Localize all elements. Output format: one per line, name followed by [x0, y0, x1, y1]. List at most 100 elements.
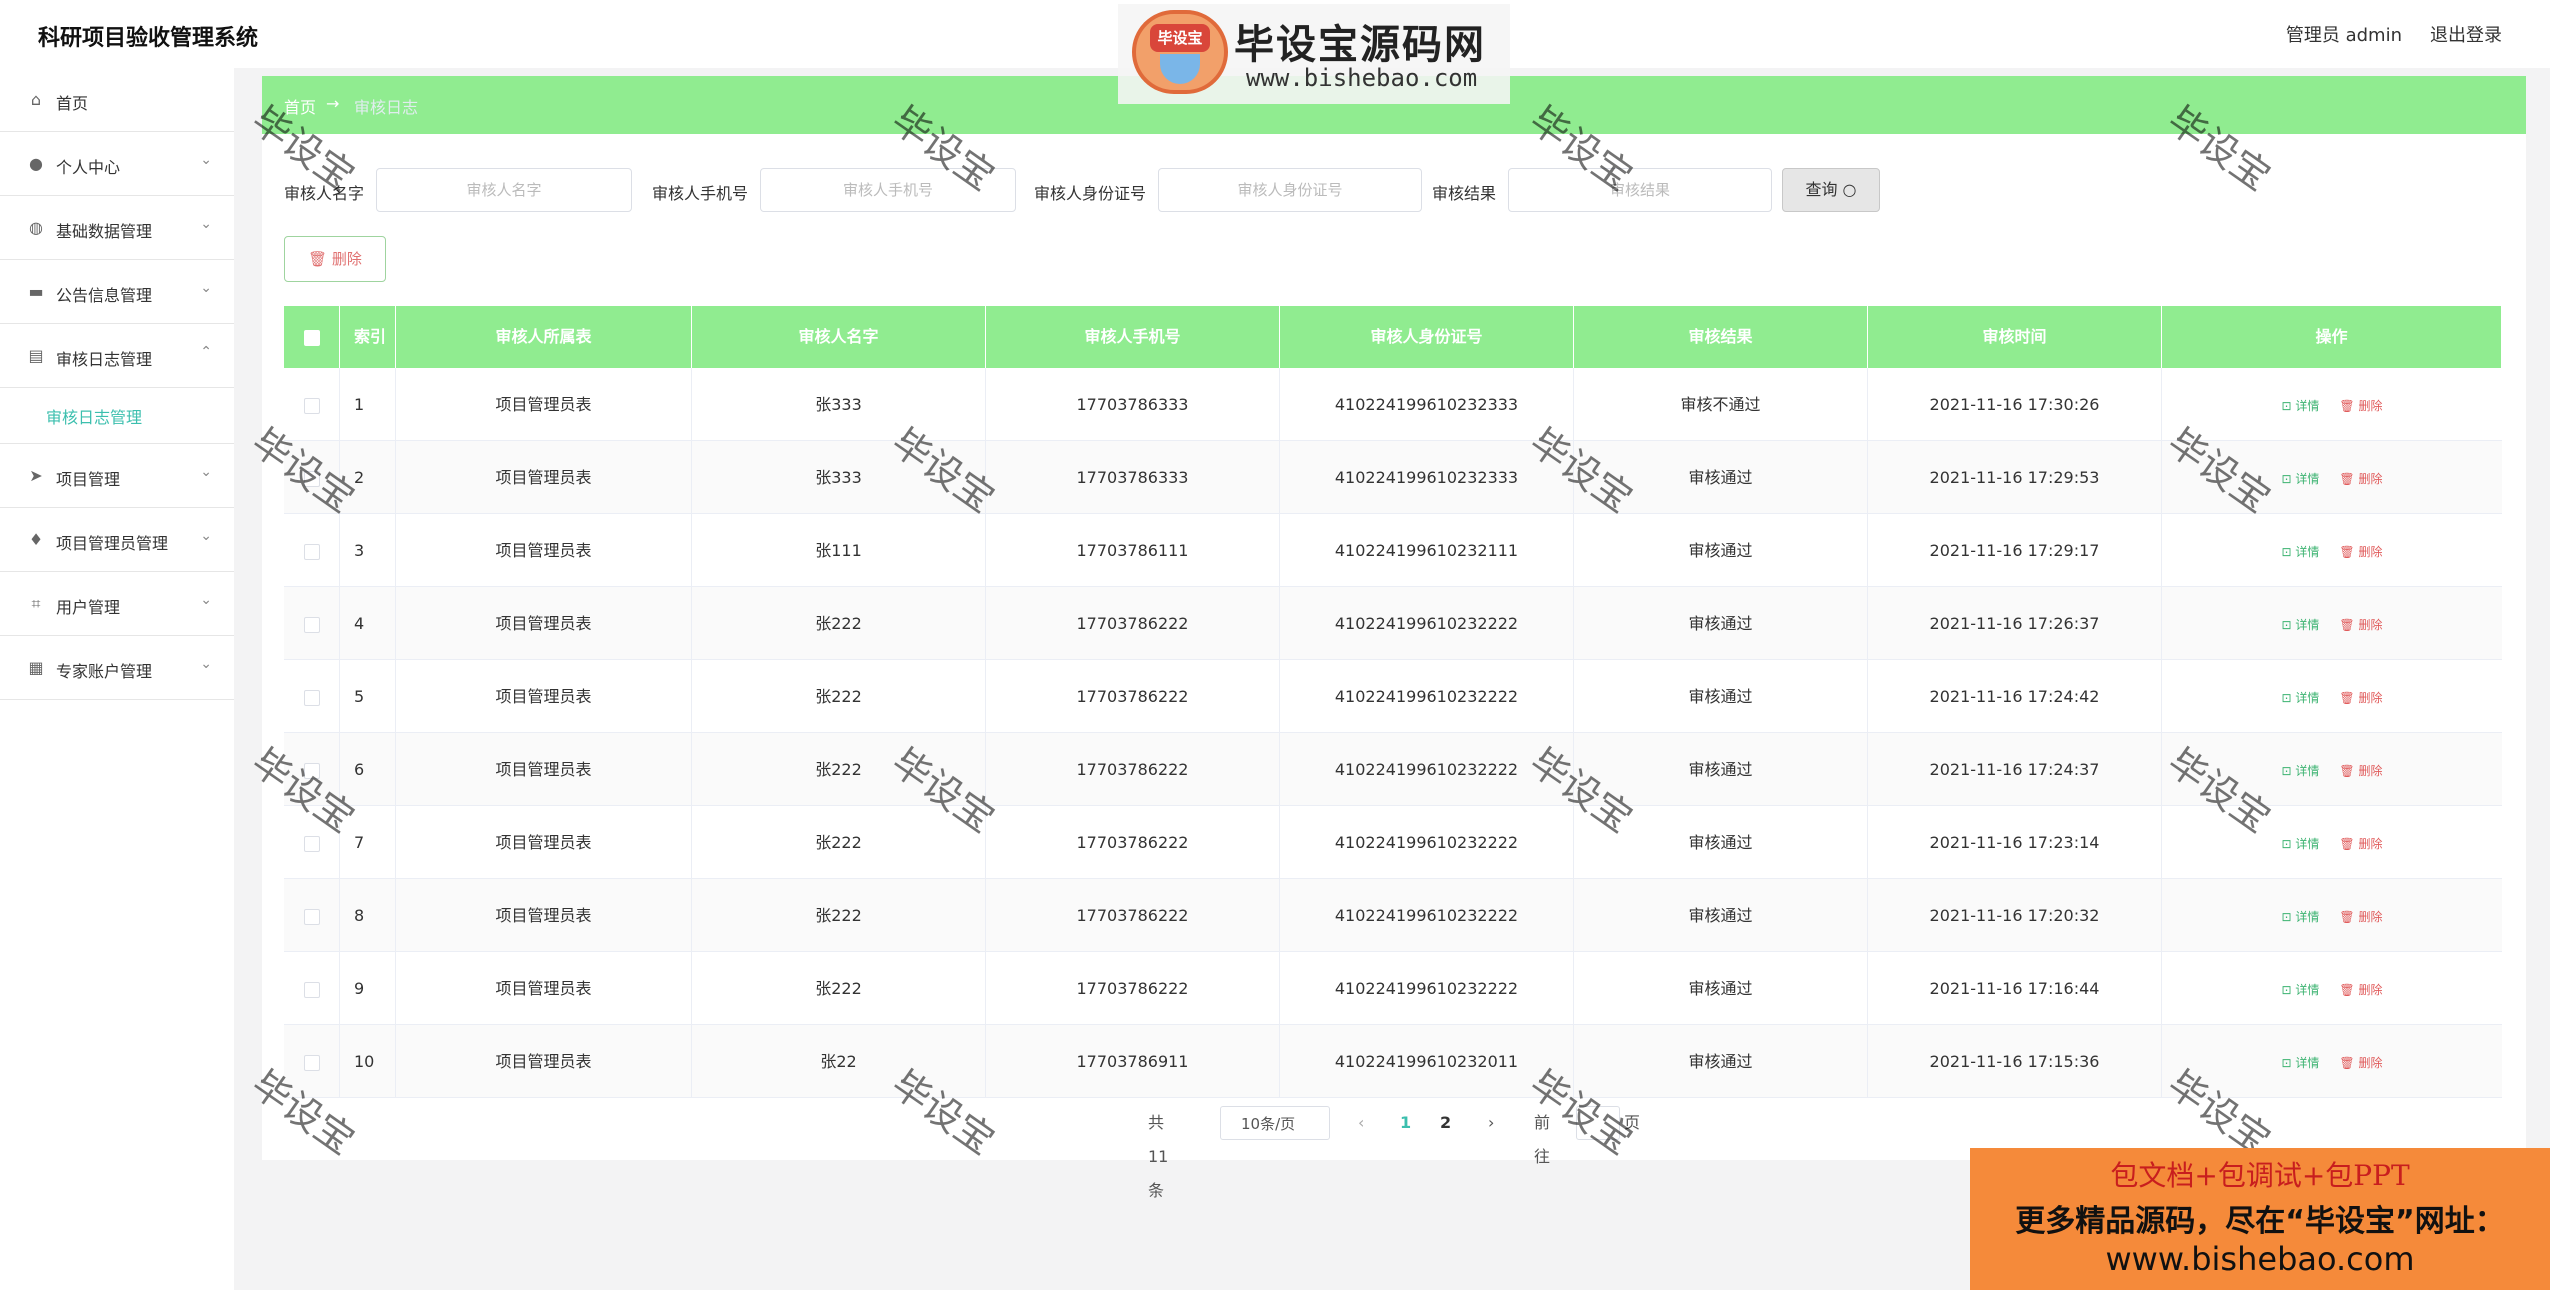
- row-actions: ⊡ 详情 🗑 删除: [2162, 952, 2502, 1025]
- table-cell: 项目管理员表: [396, 441, 692, 514]
- result-input[interactable]: 审核结果: [1508, 168, 1772, 212]
- row-checkbox[interactable]: [284, 660, 340, 733]
- delete-row-button[interactable]: 🗑 删除: [2339, 1056, 2382, 1070]
- brand-watermark: 毕设宝 毕设宝源码网 www.bishebao.com: [1118, 4, 1510, 104]
- view-detail-button[interactable]: ⊡ 详情: [2282, 764, 2320, 778]
- table-cell: 410224199610232222: [1280, 587, 1574, 660]
- query-button[interactable]: 查询 ○: [1782, 168, 1880, 212]
- table-cell: 17703786222: [986, 879, 1280, 952]
- table-cell: 410224199610232333: [1280, 441, 1574, 514]
- ad-banner[interactable]: 包文档+包调试+包PPT 更多精品源码，尽在“毕设宝”网址： www.bishe…: [1970, 1148, 2550, 1290]
- table-cell: 项目管理员表: [396, 879, 692, 952]
- monitor-icon: ▬: [28, 282, 44, 301]
- page-2-button[interactable]: 2: [1440, 1106, 1451, 1140]
- table-row: 3 项目管理员表 张111 17703786111 410224199610232111…: [284, 514, 2502, 587]
- user-greeting[interactable]: 管理员 admin: [2286, 21, 2402, 47]
- delete-row-button[interactable]: 🗑 删除: [2339, 691, 2382, 705]
- phone-input[interactable]: 审核人手机号: [760, 168, 1016, 212]
- delete-row-button[interactable]: 🗑 删除: [2339, 837, 2382, 851]
- table-cell: 17703786333: [986, 368, 1280, 441]
- dashboard-icon: ◍: [29, 218, 43, 237]
- view-detail-button[interactable]: ⊡ 详情: [2282, 399, 2320, 413]
- view-detail-button[interactable]: ⊡ 详情: [2282, 983, 2320, 997]
- delete-row-button[interactable]: 🗑 删除: [2339, 983, 2382, 997]
- view-detail-button[interactable]: ⊡ 详情: [2282, 472, 2320, 486]
- column-header[interactable]: 审核人所属表: [396, 306, 692, 368]
- sidebar-item-b1[interactable]: ♦ 项目管理员管理 ⌄: [0, 508, 234, 572]
- row-checkbox[interactable]: [284, 879, 340, 952]
- table-cell: 审核通过: [1574, 733, 1868, 806]
- sidebar-item-a2[interactable]: ◍ 基础数据管理 ⌄: [0, 196, 234, 260]
- table-cell: 张111: [692, 514, 986, 587]
- column-header[interactable]: 审核人手机号: [986, 306, 1280, 368]
- column-header[interactable]: 审核人名字: [692, 306, 986, 368]
- table-cell: 5: [340, 660, 396, 733]
- table-row: 9 项目管理员表 张222 17703786222 410224199610232222…: [284, 952, 2502, 1025]
- table-cell: 410224199610232333: [1280, 368, 1574, 441]
- table-cell: 4: [340, 587, 396, 660]
- delete-row-button[interactable]: 🗑 删除: [2339, 472, 2382, 486]
- next-page-icon[interactable]: ›: [1488, 1106, 1494, 1140]
- row-checkbox[interactable]: [284, 514, 340, 587]
- goto-page-input[interactable]: 1: [1576, 1106, 1620, 1140]
- row-checkbox[interactable]: [284, 587, 340, 660]
- view-detail-button[interactable]: ⊡ 详情: [2282, 837, 2320, 851]
- view-detail-button[interactable]: ⊡ 详情: [2282, 618, 2320, 632]
- prev-page-icon[interactable]: ‹: [1358, 1106, 1364, 1140]
- table-cell: 17703786111: [986, 514, 1280, 587]
- clipboard-icon: ▤: [28, 346, 44, 365]
- sidebar-item-label: 首页: [56, 94, 89, 113]
- row-checkbox[interactable]: [284, 441, 340, 514]
- select-all-checkbox[interactable]: [284, 306, 340, 368]
- row-checkbox[interactable]: [284, 952, 340, 1025]
- idcard-input[interactable]: 审核人身份证号: [1158, 168, 1422, 212]
- table-row: 6 项目管理员表 张222 17703786222 410224199610232222…: [284, 733, 2502, 806]
- brand-badge-text: 毕设宝: [1150, 24, 1210, 52]
- sidebar-item-b3[interactable]: ▦ 专家账户管理 ⌄: [0, 636, 234, 700]
- row-checkbox[interactable]: [284, 1025, 340, 1098]
- table-cell: 项目管理员表: [396, 368, 692, 441]
- sidebar-subitem-audit-log[interactable]: 审核日志管理: [0, 388, 234, 444]
- table-cell: 17703786333: [986, 441, 1280, 514]
- column-header[interactable]: 审核结果: [1574, 306, 1868, 368]
- logout-button[interactable]: 退出登录: [2430, 21, 2502, 47]
- chevron-icon: ⌄: [200, 280, 212, 296]
- view-detail-button[interactable]: ⊡ 详情: [2282, 691, 2320, 705]
- column-header[interactable]: 审核时间: [1868, 306, 2162, 368]
- microphone-icon: ♦: [28, 530, 44, 549]
- sidebar-item-a4[interactable]: ▤ 审核日志管理 ⌃: [0, 324, 234, 388]
- table-cell: 项目管理员表: [396, 660, 692, 733]
- delete-row-button[interactable]: 🗑 删除: [2339, 764, 2382, 778]
- delete-row-button[interactable]: 🗑 删除: [2339, 618, 2382, 632]
- brand-name: 毕设宝源码网: [1234, 22, 1486, 68]
- delete-row-button[interactable]: 🗑 删除: [2339, 399, 2382, 413]
- sidebar-item-a3[interactable]: ▬ 公告信息管理 ⌄: [0, 260, 234, 324]
- row-checkbox[interactable]: [284, 733, 340, 806]
- view-detail-button[interactable]: ⊡ 详情: [2282, 910, 2320, 924]
- table-cell: 8: [340, 879, 396, 952]
- ad-line-3: www.bishebao.com: [2105, 1240, 2415, 1278]
- breadcrumb-home[interactable]: 首页: [284, 94, 316, 118]
- sidebar-item-a1[interactable]: ● 个人中心 ⌄: [0, 132, 234, 196]
- table-cell: 审核通过: [1574, 587, 1868, 660]
- sidebar-item-b0[interactable]: ➤ 项目管理 ⌄: [0, 444, 234, 508]
- table-cell: 2021-11-16 17:26:37: [1868, 587, 2162, 660]
- view-detail-button[interactable]: ⊡ 详情: [2282, 1056, 2320, 1070]
- column-header[interactable]: 审核人身份证号: [1280, 306, 1574, 368]
- page-size-select[interactable]: 10条/页: [1220, 1106, 1330, 1140]
- sidebar-item-b2[interactable]: ⌗ 用户管理 ⌄: [0, 572, 234, 636]
- column-header[interactable]: 索引: [340, 306, 396, 368]
- delete-row-button[interactable]: 🗑 删除: [2339, 545, 2382, 559]
- view-detail-button[interactable]: ⊡ 详情: [2282, 545, 2320, 559]
- delete-row-button[interactable]: 🗑 删除: [2339, 910, 2382, 924]
- name-input[interactable]: 审核人名字: [376, 168, 632, 212]
- page-1-button[interactable]: 1: [1400, 1106, 1411, 1140]
- table-cell: 9: [340, 952, 396, 1025]
- batch-delete-button[interactable]: 🗑 删除: [284, 236, 386, 282]
- sidebar-subitem-label: 审核日志管理: [46, 408, 143, 427]
- table-row: 5 项目管理员表 张222 17703786222 410224199610232222…: [284, 660, 2502, 733]
- table-cell: 2021-11-16 17:30:26: [1868, 368, 2162, 441]
- sidebar-item-a0[interactable]: ⌂ 首页: [0, 68, 234, 132]
- row-checkbox[interactable]: [284, 368, 340, 441]
- row-checkbox[interactable]: [284, 806, 340, 879]
